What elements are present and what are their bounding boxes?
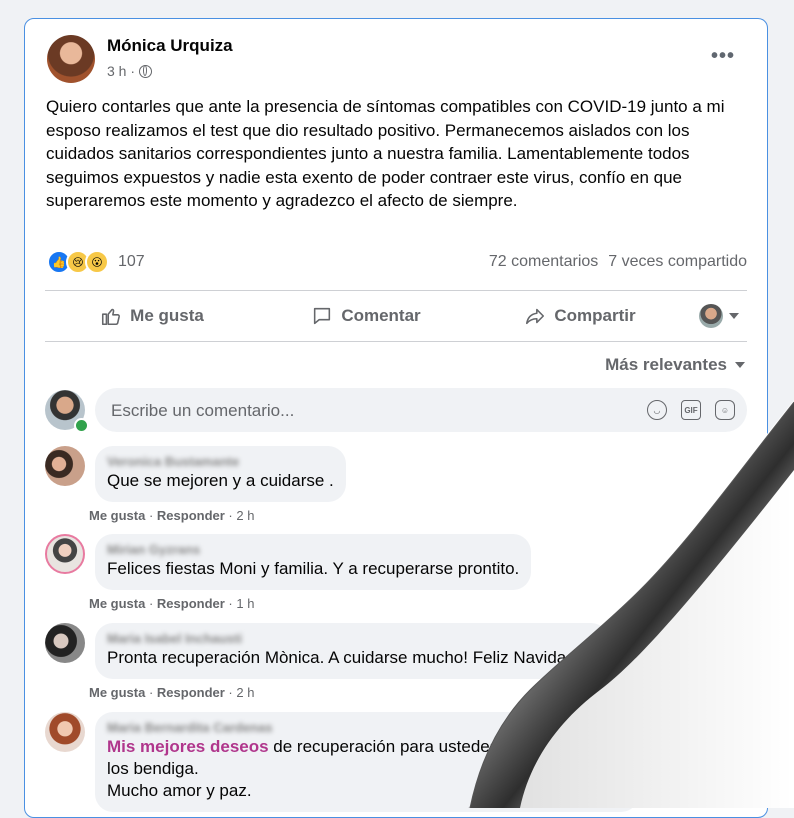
share-label: Compartir <box>554 306 636 325</box>
commenter-name[interactable]: Maria Isabel Inchausti <box>107 631 597 647</box>
reactions-count[interactable]: 107 <box>118 253 145 271</box>
commenter-avatar[interactable] <box>45 446 85 486</box>
comment-highlight: Mis mejores deseos <box>107 737 269 756</box>
comment-like-button[interactable]: Me gusta <box>89 596 145 611</box>
share-audience-menu[interactable] <box>699 304 739 328</box>
comment-like-button[interactable]: Me gusta <box>89 685 145 700</box>
comment-bubble: Maria Isabel Inchausti Pronta recuperaci… <box>95 623 610 679</box>
post-text: Quiero contarles que ante la presencia d… <box>46 97 725 210</box>
author-name[interactable]: Mónica Urquiza <box>107 36 233 56</box>
emoji-icon[interactable]: ◡ <box>647 400 667 420</box>
commenter-name[interactable]: Veronica Bustamante <box>107 454 334 470</box>
commenter-avatar[interactable] <box>45 534 85 574</box>
more-options-button[interactable]: ••• <box>711 45 735 68</box>
reactions-summary[interactable]: 👍 😢 😮 107 <box>47 250 145 274</box>
commenter-name[interactable]: Maria Bernardita Cardenas <box>107 720 599 736</box>
commenter-avatar[interactable] <box>45 623 85 663</box>
comment-reply-button[interactable]: Responder <box>157 685 225 700</box>
post-meta: 3 h · <box>107 63 153 79</box>
comment-like-button[interactable]: Me gusta <box>89 508 145 523</box>
action-bar: Me gusta Comentar Compartir <box>45 291 747 341</box>
commenter-name[interactable]: Mirian Gyzrans <box>107 542 519 558</box>
comment-actions: Me gusta · Responder · 1 h <box>89 596 255 611</box>
comment-text: Mis mejores deseos de recuperación para … <box>107 736 599 758</box>
sticker-icon[interactable]: ☺ <box>715 400 735 420</box>
globe-icon <box>139 64 153 78</box>
chevron-down-icon <box>735 362 745 368</box>
comment-text-content: Pronta recuperación Mònica. A cuidarse m… <box>107 648 576 667</box>
comment-input[interactable] <box>109 388 613 434</box>
comment-text: Pronta recuperación Mònica. A cuidarse m… <box>107 647 597 669</box>
post-stats: 72 comentarios 7 veces compartido <box>489 253 747 271</box>
thumbs-up-icon <box>102 308 121 326</box>
author-avatar[interactable] <box>47 35 95 83</box>
user-mini-avatar <box>699 304 723 328</box>
comment-text: Felices fiestas Moni y familia. Y a recu… <box>107 559 520 578</box>
share-icon <box>526 308 545 325</box>
shares-count[interactable]: 7 veces compartido <box>608 253 747 271</box>
comment-icon <box>314 307 331 325</box>
commenter-avatar[interactable] <box>45 712 85 752</box>
comment-bubble: Maria Bernardita Cardenas Mis mejores de… <box>95 712 640 812</box>
wow-reaction-icon: 😮 <box>85 250 109 274</box>
comment-actions: Me gusta · Responder · 2 h <box>89 685 255 700</box>
comment-reply-button[interactable]: Responder <box>157 596 225 611</box>
comment-label: Comentar <box>341 306 421 325</box>
comment-input-tools: ◡ GIF ☺ <box>647 400 735 420</box>
comment-button[interactable]: Comentar <box>259 305 473 327</box>
comment-text-rest: de recuperación para ustedes y que el ni… <box>268 737 600 756</box>
comment-reply-button[interactable]: Responder <box>157 508 225 523</box>
comment-text-line-2: los bendiga. <box>107 759 199 778</box>
post-time[interactable]: 3 h · <box>107 63 135 79</box>
comment-time[interactable]: 1 h <box>236 596 254 611</box>
comments-count[interactable]: 72 comentarios <box>489 253 598 271</box>
gif-icon[interactable]: GIF <box>681 400 701 420</box>
comment-bubble: Mirian Gyzrans Felices fiestas Moni y fa… <box>95 534 532 590</box>
comment-input-box[interactable]: ◡ GIF ☺ <box>95 388 747 434</box>
chevron-down-icon <box>729 313 739 319</box>
comment-time[interactable]: 2 h <box>236 508 254 523</box>
post-card: Mónica Urquiza 3 h · ••• Quiero contarle… <box>24 18 768 818</box>
like-button[interactable]: Me gusta <box>45 305 259 327</box>
comment-time[interactable]: 2 h <box>236 685 254 700</box>
like-label: Me gusta <box>130 306 204 325</box>
tree-icon: ▲ <box>580 648 598 667</box>
sort-label: Más relevantes <box>605 355 727 374</box>
comment-bubble: Veronica Bustamante Que se mejoren y a c… <box>95 446 346 502</box>
divider <box>45 341 747 342</box>
sort-comments-dropdown[interactable]: Más relevantes <box>605 355 745 375</box>
comment-text-line-3: Mucho amor y paz. <box>107 781 252 800</box>
share-button[interactable]: Compartir <box>473 305 687 327</box>
comment-text: Que se mejoren y a cuidarse . <box>107 471 334 490</box>
online-status-indicator <box>74 418 89 433</box>
comment-actions: Me gusta · Responder · 2 h <box>89 508 255 523</box>
